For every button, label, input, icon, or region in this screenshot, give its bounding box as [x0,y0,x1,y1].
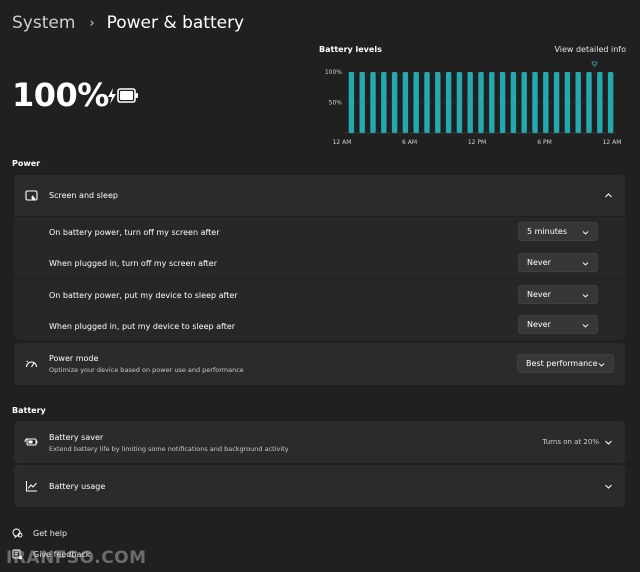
chart-bar [370,72,376,133]
chart-bar [607,72,614,133]
chevron-up-icon[interactable] [604,191,613,200]
screen-sleep-title: Screen and sleep [49,191,118,200]
dropdown-value: 5 minutes [527,227,568,236]
get-help-label: Get help [33,529,68,538]
battery-usage-title: Battery usage [49,482,106,491]
usage-graph-icon [24,479,38,493]
setting-label: When plugged in, put my device to sleep … [49,322,236,331]
x-tick-label: 12 AM [603,139,622,146]
battery-saver-subtitle: Extend battery life by limiting some not… [49,445,289,453]
chart-bar [456,72,463,133]
y-tick-label: 50% [329,100,343,107]
chart-bar [489,72,495,133]
battery-section-label: Battery [12,406,46,415]
chevron-right-icon: › [89,15,95,31]
battery-saver-title: Battery saver [49,433,104,442]
chart-bar [586,72,592,133]
breadcrumb-system-link[interactable]: System [12,13,75,33]
power-mode-subtitle: Optimize your device based on power use … [49,366,244,374]
y-tick-label: 100% [325,69,342,76]
x-tick-label: 6 PM [537,139,552,146]
dropdown-value: Never [527,290,551,299]
page-title: Power & battery [106,13,245,33]
plug-icon [591,61,598,67]
setting-label: On battery power, turn off my screen aft… [49,228,220,237]
battery-saver-card[interactable]: Battery saver Extend battery life by lim… [14,421,625,463]
help-icon [12,528,23,539]
battery-charging-icon [108,88,138,104]
chart-bar [532,72,538,133]
battery-screen-off-dropdown[interactable]: 5 minutes [518,222,598,241]
chevron-down-icon [598,363,605,367]
power-mode-card: Power mode Optimize your device based on… [14,343,625,385]
chart-bar [391,72,398,133]
chart-bar [402,72,409,133]
get-help-link[interactable]: Get help [12,528,67,539]
screen-sleep-icon [24,189,38,203]
chart-bar [553,72,560,133]
chart-bar [597,72,603,133]
battery-levels-chart: 100% 50% 12 AM 6 AM 12 PM 6 PM 12 AM [325,61,622,146]
power-mode-dropdown[interactable]: Best performance [517,354,614,373]
chart-bar [510,72,517,133]
setting-label: On battery power, put my device to sleep… [49,291,238,300]
chart-bar [445,72,452,133]
x-tick-label: 12 AM [333,139,352,146]
chart-bar [348,72,355,133]
chevron-down-icon[interactable] [604,482,613,491]
chart-bar [499,72,506,133]
screen-off-group: On battery power, turn off my screen aft… [14,217,625,278]
plugged-screen-off-dropdown[interactable]: Never [518,253,598,272]
chart-bar [435,72,441,133]
chart-bar [424,72,430,133]
power-mode-icon [24,357,38,371]
chart-bar [521,72,527,133]
chart-bar [478,72,484,133]
battery-percentage: 100% [12,76,109,114]
view-detailed-info-link[interactable]: View detailed info [554,45,626,54]
power-section-label: Power [12,159,41,168]
chevron-down-icon [582,262,589,266]
chart-bar [575,72,581,133]
chevron-down-icon [582,324,589,328]
setting-label: When plugged in, turn off my screen afte… [49,259,218,268]
watermark: IRANFSO.COM [6,548,147,568]
battery-saver-icon [24,435,38,449]
chart-bar [413,72,419,133]
chart-title: Battery levels [319,45,382,54]
chart-bar [467,72,473,133]
chart-bar [543,72,549,133]
chart-bar [381,72,387,133]
chevron-down-icon[interactable] [604,438,613,447]
chart-bar [564,72,571,133]
battery-saver-status: Turns on at 20% [542,438,599,446]
screen-sleep-card[interactable]: Screen and sleep [14,175,625,216]
breadcrumb: System › Power & battery [12,10,244,36]
power-mode-title: Power mode [49,354,99,363]
dropdown-value: Never [527,320,551,329]
chart-bar [359,72,365,133]
x-tick-label: 12 PM [468,139,486,146]
sleep-group: On battery power, put my device to sleep… [14,279,625,340]
battery-usage-card[interactable]: Battery usage [14,465,625,507]
battery-sleep-dropdown[interactable]: Never [518,285,598,304]
dropdown-value: Best performance [526,359,598,368]
plugged-sleep-dropdown[interactable]: Never [518,315,598,334]
dropdown-value: Never [527,258,551,267]
chevron-down-icon [582,294,589,298]
chevron-down-icon [582,231,589,235]
x-tick-label: 6 AM [402,139,417,146]
